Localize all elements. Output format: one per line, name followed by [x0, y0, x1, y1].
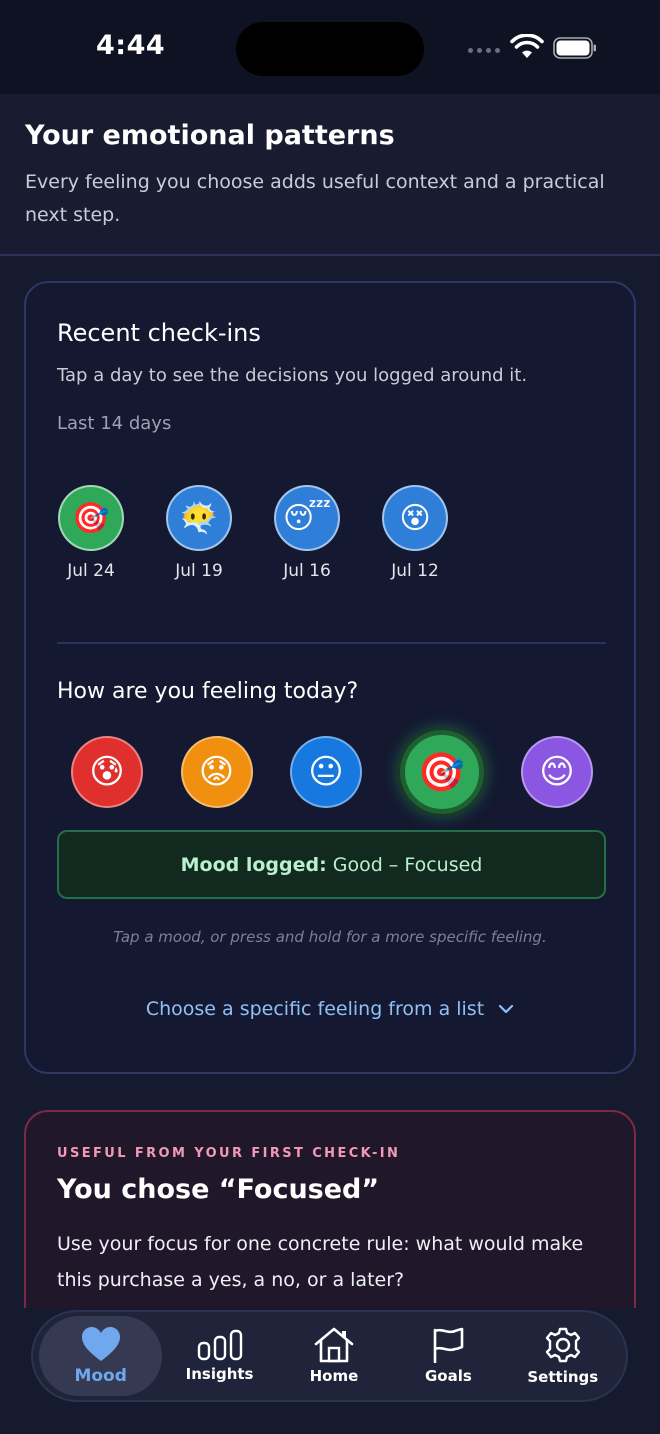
checkin-emoji: 😶‍🌫️	[166, 485, 232, 551]
mood-screen: 4:44 Your emotional patterns Every feeli…	[0, 0, 660, 1434]
home-icon	[314, 1327, 354, 1363]
checkin-emoji: 😴	[274, 485, 340, 551]
mood-hint: Tap a mood, or press and hold for a more…	[113, 928, 547, 946]
recent-checkins-list: 🎯 Jul 24 😶‍🌫️ Jul 19 😴 Jul 16 😵 Jul 12	[58, 485, 448, 581]
status-bar: 4:44	[0, 0, 660, 94]
mood-option-anxious[interactable]: 😰	[71, 736, 143, 808]
recent-checkins-title: Recent check-ins	[57, 319, 261, 347]
mood-picker: 😰 😟 😐 🎯 😊	[71, 730, 593, 814]
tab-goals[interactable]: Goals	[391, 1316, 505, 1396]
checkin-date: Jul 24	[67, 561, 115, 581]
checkin-date: Jul 16	[283, 561, 331, 581]
checkin-day[interactable]: 😴 Jul 16	[274, 485, 340, 581]
section-divider	[57, 642, 606, 644]
heart-icon	[81, 1327, 120, 1361]
tab-settings[interactable]: Settings	[506, 1316, 620, 1396]
mood-option-worried[interactable]: 😟	[180, 736, 253, 808]
tab-insights[interactable]: Insights	[162, 1316, 276, 1396]
tab-home[interactable]: Home	[277, 1316, 391, 1396]
mood-checkin-card: Recent check-ins Tap a day to see the de…	[24, 281, 636, 1074]
checkin-day[interactable]: 🎯 Jul 24	[58, 485, 124, 581]
date-range-label: Last 14 days	[57, 413, 172, 434]
status-time: 4:44	[96, 30, 166, 61]
mood-logged-banner: Mood logged: Good – Focused	[57, 830, 606, 899]
checkin-day[interactable]: 😵 Jul 12	[382, 485, 448, 581]
bottom-tab-bar: Mood Insights Home Goals Settings	[31, 1310, 628, 1402]
bar-chart-icon	[197, 1329, 242, 1361]
insight-title: You chose “Focused”	[57, 1174, 380, 1205]
checkin-emoji: 🎯	[58, 485, 124, 551]
tab-mood-label: Mood	[74, 1366, 127, 1386]
checkin-date: Jul 12	[391, 561, 439, 581]
tab-settings-label: Settings	[527, 1368, 599, 1386]
specific-feeling-link[interactable]: Choose a specific feeling from a list	[26, 998, 634, 1020]
gear-icon	[545, 1327, 580, 1363]
insight-body: Use your focus for one concrete rule: wh…	[57, 1233, 584, 1291]
tab-mood[interactable]: Mood	[39, 1316, 163, 1396]
mood-option-happy[interactable]: 😊	[521, 736, 593, 808]
tab-home-label: Home	[309, 1367, 359, 1385]
flag-icon	[434, 1327, 464, 1363]
recent-checkins-subtitle: Tap a day to see the decisions you logge…	[57, 365, 528, 386]
dynamic-island	[236, 22, 424, 76]
cellular-signal-icon	[468, 48, 500, 53]
tab-insights-label: Insights	[185, 1365, 254, 1383]
mood-option-neutral[interactable]: 😐	[290, 736, 362, 808]
tab-goals-label: Goals	[424, 1367, 472, 1385]
battery-icon	[553, 37, 596, 59]
page-header: Your emotional patterns Every feeling yo…	[0, 94, 660, 256]
insight-eyebrow: USEFUL FROM YOUR FIRST CHECK-IN	[57, 1146, 401, 1161]
checkin-emoji: 😵	[382, 485, 448, 551]
mood-logged-label: Mood logged:	[180, 853, 327, 876]
page-subtitle: Every feeling you choose adds useful con…	[25, 171, 605, 226]
mood-question: How are you feeling today?	[57, 679, 359, 704]
page-title: Your emotional patterns	[25, 120, 395, 151]
checkin-date: Jul 19	[175, 561, 223, 581]
mood-logged-value: Good – Focused	[332, 853, 483, 876]
mood-option-focused[interactable]: 🎯	[399, 730, 484, 814]
wifi-icon	[510, 34, 544, 58]
checkin-day[interactable]: 😶‍🌫️ Jul 19	[166, 485, 232, 581]
specific-feeling-label: Choose a specific feeling from a list	[145, 998, 485, 1020]
chevron-down-icon	[499, 1004, 514, 1014]
